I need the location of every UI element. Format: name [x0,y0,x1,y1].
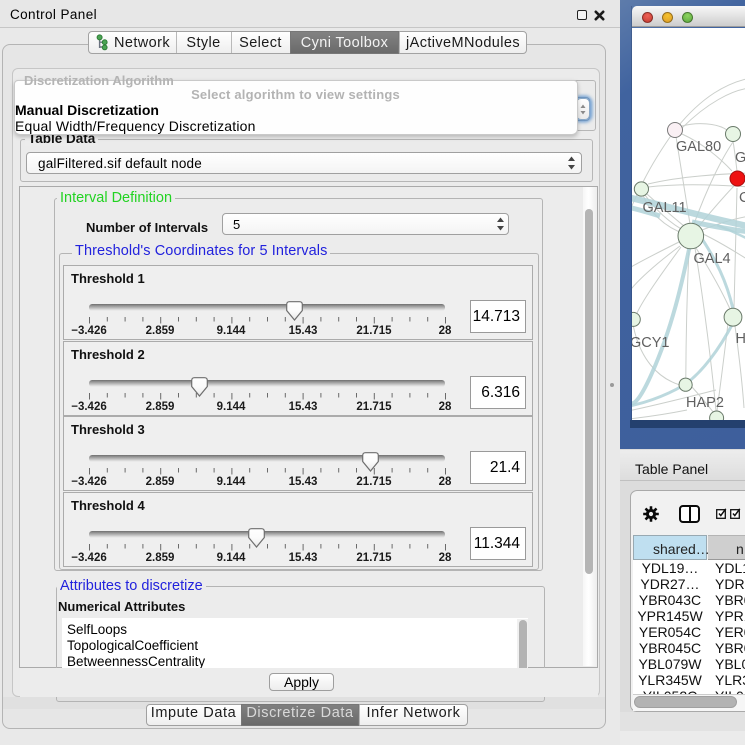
svg-text:H: H [736,331,745,347]
svg-text:GAL4: GAL4 [694,251,731,267]
svg-text:GCY1: GCY1 [632,335,670,351]
svg-text:HAP2: HAP2 [686,395,724,411]
svg-text:C: C [739,190,745,206]
svg-text:GAL11: GAL11 [643,200,687,216]
svg-text:GA: GA [735,150,745,166]
svg-text:GAL80: GAL80 [676,139,721,155]
